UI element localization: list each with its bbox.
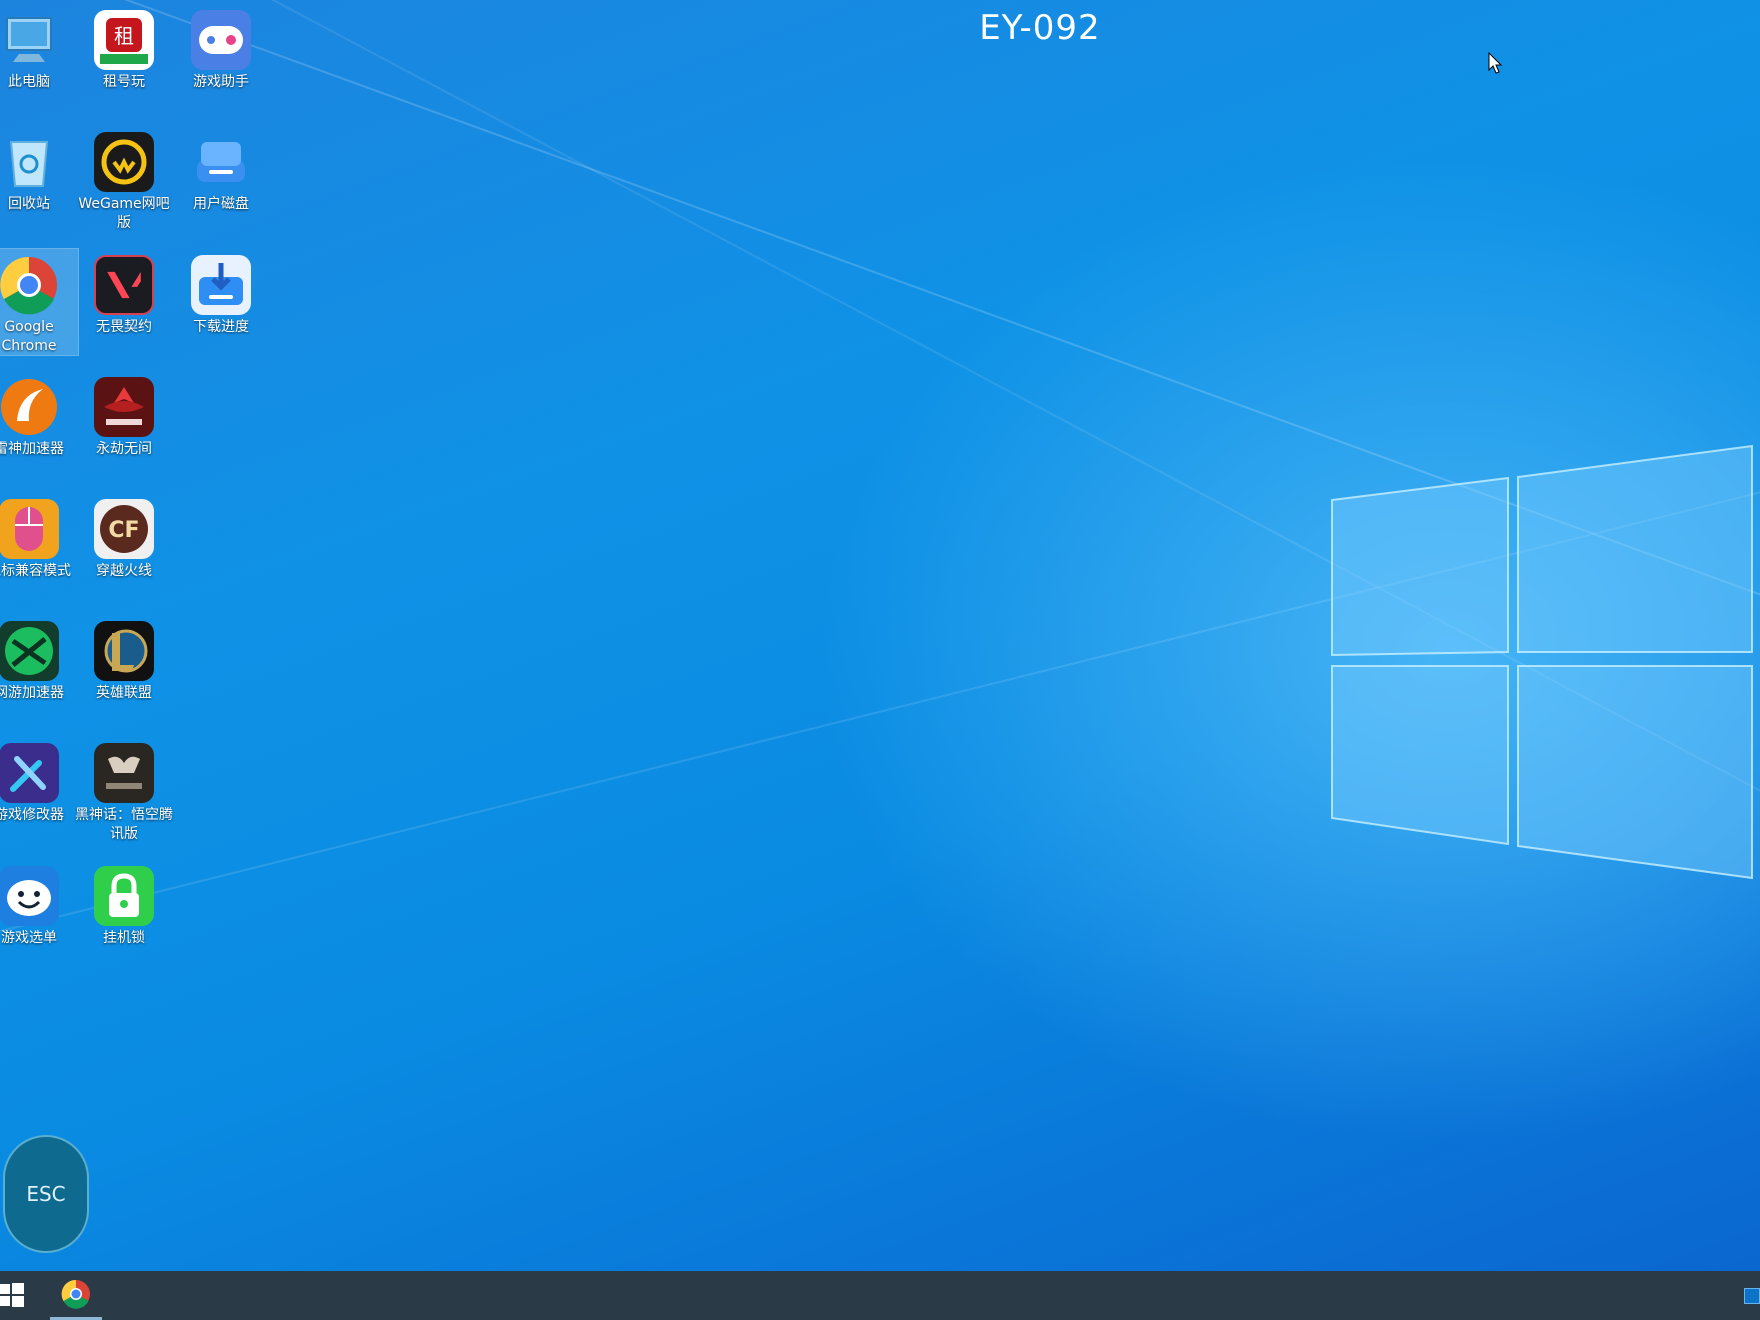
game-menu-icon — [0, 866, 59, 926]
desktop-icon-mouse-compat[interactable]: 鼠标兼容模式 — [0, 493, 78, 599]
machine-id-label: EY-092 — [979, 8, 1101, 48]
windows-logo-wallpaper — [1331, 444, 1753, 880]
recycle-bin-icon — [0, 132, 59, 192]
desktop-icon-zuhaowan[interactable]: 租 租号玩 — [75, 4, 173, 110]
wegame-icon — [94, 132, 154, 192]
desktop-icon-leishen-accelerator[interactable]: 雷神加速器 — [0, 371, 78, 477]
desktop-icon-crossfire[interactable]: CF 穿越火线 — [75, 493, 173, 599]
desktop-icon-league-of-legends[interactable]: 英雄联盟 — [75, 615, 173, 721]
naraka-icon — [94, 377, 154, 437]
black-myth-wukong-icon — [94, 743, 154, 803]
game-assistant-icon — [191, 10, 251, 70]
desktop-icon-google-chrome[interactable]: Google Chrome — [0, 248, 79, 356]
mouse-cursor-icon — [1488, 52, 1502, 74]
desktop-icon-valorant[interactable]: 无畏契约 — [75, 249, 173, 355]
desktop-icon-game-assistant[interactable]: 游戏助手 — [172, 4, 270, 110]
chrome-icon — [0, 255, 59, 315]
download-progress-icon — [191, 255, 251, 315]
valorant-icon — [94, 255, 154, 315]
desktop-icon-this-pc[interactable]: 此电脑 — [0, 4, 78, 110]
mouse-compat-icon — [0, 499, 59, 559]
esc-button[interactable]: ESC — [3, 1135, 89, 1253]
zuhaowan-icon: 租 — [94, 10, 154, 70]
net-accelerator-icon — [0, 621, 59, 681]
windows-start-icon[interactable] — [0, 1283, 24, 1307]
desktop-icon-download-progress[interactable]: 下载进度 — [172, 249, 270, 355]
lock-icon — [94, 866, 154, 926]
desktop-icon-net-accelerator[interactable]: 网游加速器 — [0, 615, 78, 721]
desktop-icon-naraka[interactable]: 永劫无间 — [75, 371, 173, 477]
desktop-icon-game-menu[interactable]: 游戏选单 — [0, 860, 78, 966]
svg-text:CF: CF — [108, 518, 139, 543]
chrome-icon — [61, 1279, 90, 1309]
desktop-icon-black-myth-wukong[interactable]: 黑神话：悟空腾讯版 — [75, 737, 173, 843]
notification-tray-icon[interactable] — [1744, 1288, 1760, 1304]
desktop-icon-user-disk[interactable]: 用户磁盘 — [172, 126, 270, 232]
computer-icon — [0, 10, 59, 70]
desktop-icon-wegame[interactable]: WeGame网吧版 — [75, 126, 173, 232]
taskbar — [0, 1271, 1760, 1320]
taskbar-chrome-button[interactable] — [50, 1271, 102, 1320]
league-of-legends-icon — [94, 621, 154, 681]
crossfire-icon: CF — [94, 499, 154, 559]
leishen-accelerator-icon — [0, 377, 59, 437]
desktop-icon-game-modifier[interactable]: 游戏修改器 — [0, 737, 78, 843]
desktop[interactable]: EY-092 此电脑 回收站 Google Chrome 雷神加速器 标兼容模式… — [0, 0, 1760, 1271]
desktop-icon-recycle-bin[interactable]: 回收站 — [0, 126, 78, 232]
svg-text:租: 租 — [114, 24, 134, 48]
desktop-icon-lock[interactable]: 挂机锁 — [75, 860, 173, 966]
game-modifier-icon — [0, 743, 59, 803]
user-disk-icon — [191, 132, 251, 192]
